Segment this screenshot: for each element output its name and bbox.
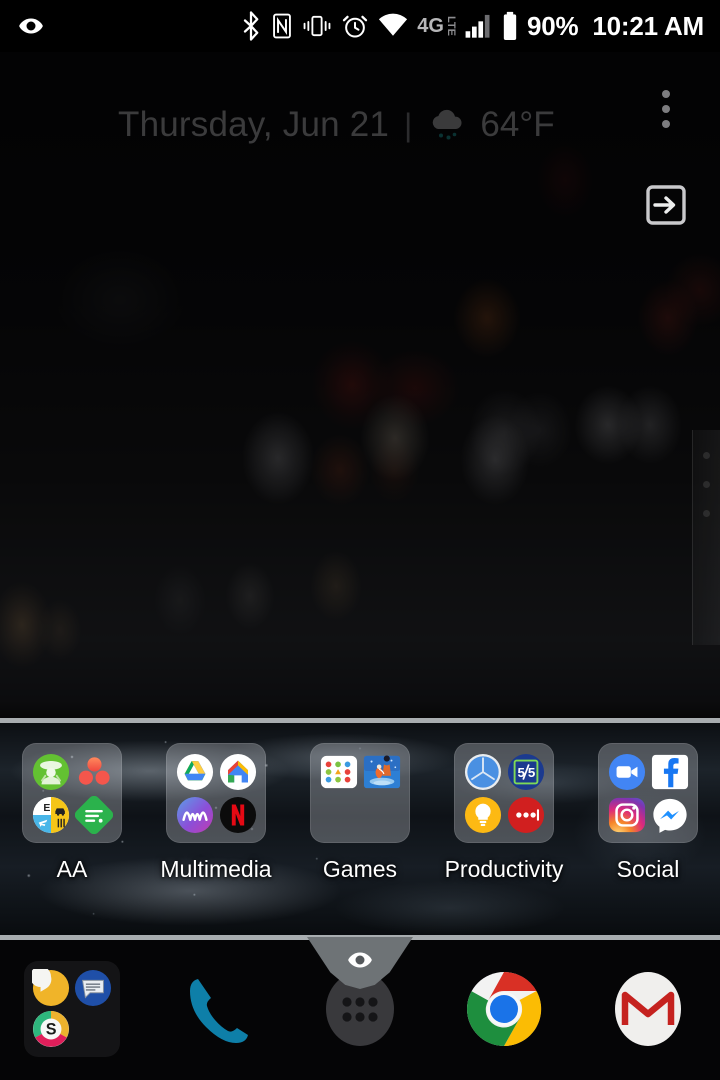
netflix-icon <box>218 795 257 834</box>
todo-dots-icon <box>506 795 545 834</box>
two-dots-icon <box>319 752 358 791</box>
scan-dots-icon <box>74 752 113 791</box>
status-bar-right: 4G LTE 90% 10:21 AM <box>240 11 704 41</box>
svg-text:5: 5 <box>527 764 535 779</box>
overflow-dot <box>662 105 670 113</box>
dock-folder-messaging[interactable]: S <box>0 960 144 1057</box>
battery-icon <box>502 11 518 41</box>
folder-label: Games <box>322 856 398 882</box>
folder-productivity-preview: 5 5 <box>454 743 554 843</box>
facebook-icon <box>650 752 689 791</box>
battery-percent: 90% <box>526 11 579 41</box>
messages-icon <box>74 969 113 1008</box>
status-bar[interactable]: 4G LTE 90% 10:21 AM <box>0 0 720 52</box>
folder-productivity[interactable]: 5 5 Productivity <box>432 743 576 935</box>
overflow-menu-button[interactable]: More options <box>658 86 674 132</box>
overflow-dot <box>662 120 670 128</box>
lightbulb-icon <box>463 795 502 834</box>
monopoly-icon <box>31 752 70 791</box>
google-duo-icon <box>607 752 646 791</box>
folder-label: Multimedia <box>160 856 272 882</box>
dock-phone[interactable] <box>144 967 288 1051</box>
sky-game-icon <box>362 752 401 791</box>
widget-date[interactable]: Thursday, Jun 21 <box>118 105 389 145</box>
home-screen: 4G LTE 90% 10:21 AM Thursday, Jun 21 | 6… <box>0 0 720 1080</box>
gmail-icon <box>615 971 681 1046</box>
svg-text:S: S <box>46 1021 57 1039</box>
folder-games-preview <box>310 743 410 843</box>
feedly-icon <box>74 795 113 834</box>
google-drive-icon <box>175 752 214 791</box>
overflow-dot <box>662 90 670 98</box>
slack-icon: S <box>32 1010 71 1049</box>
sheets-square-icon: 5 5 <box>506 752 545 791</box>
folder-multimedia[interactable]: Multimedia <box>144 743 288 935</box>
page-dot <box>703 510 710 517</box>
google-home-icon <box>218 752 257 791</box>
folder-aa-preview: E <box>22 743 122 843</box>
widget-separator: | <box>404 106 413 143</box>
folder-label: Productivity <box>444 856 564 882</box>
nfc-icon <box>271 12 293 40</box>
folder-label: AA <box>56 856 88 882</box>
wifi-icon <box>378 13 408 39</box>
date-weather-widget[interactable]: Thursday, Jun 21 | 64°F <box>0 105 720 145</box>
folder-games[interactable]: Games <box>288 743 432 935</box>
chrome-icon <box>467 971 542 1046</box>
status-bar-left <box>16 11 46 41</box>
dock-folder-preview: S <box>24 960 120 1057</box>
rain-cloud-icon <box>427 107 467 143</box>
folder-aa[interactable]: E AA <box>0 743 144 935</box>
alarm-icon <box>341 12 369 40</box>
hangouts-icon <box>32 968 71 1008</box>
clock-icon <box>463 752 502 791</box>
dock-gmail[interactable] <box>576 967 720 1051</box>
network-type-icon: 4G LTE <box>417 15 457 37</box>
phone-icon <box>190 978 248 1043</box>
instagram-icon <box>607 795 646 834</box>
svg-text:E: E <box>43 803 50 814</box>
folder-panel: E AA Multimedia Games 5 5 Productivity S… <box>0 718 720 940</box>
bluetooth-icon <box>240 11 262 41</box>
page-dot <box>703 452 710 459</box>
messenger-icon <box>650 795 689 834</box>
exit-icon[interactable]: Exit <box>645 184 687 226</box>
folder-row: E AA Multimedia Games 5 5 Productivity S… <box>0 723 720 935</box>
page-indicator[interactable] <box>692 430 720 645</box>
folder-social[interactable]: Social <box>576 743 720 935</box>
travel-quadrant-icon: E <box>31 795 70 834</box>
signal-icon <box>465 13 493 39</box>
eye-filter-icon <box>16 11 46 41</box>
folder-multimedia-preview <box>166 743 266 843</box>
dock-chrome[interactable] <box>432 967 576 1051</box>
folder-label: Social <box>616 856 680 882</box>
page-dot <box>703 481 710 488</box>
eye-filter-icon <box>345 945 375 980</box>
abc-icon <box>175 795 214 834</box>
widget-temperature[interactable]: 64°F <box>480 105 554 145</box>
folder-social-preview <box>598 743 698 843</box>
vibrate-icon <box>302 12 332 40</box>
status-bar-clock: 10:21 AM <box>592 11 704 41</box>
